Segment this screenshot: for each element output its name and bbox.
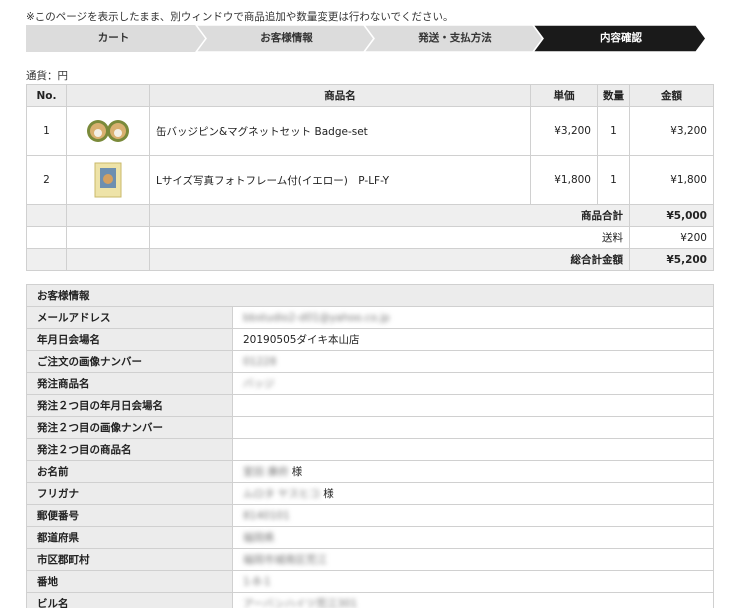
- customer-row-second-date-venue: 発注２つ目の年月日会場名: [26, 394, 714, 417]
- col-product-name: 商品名: [149, 84, 531, 107]
- field-value: 福岡県: [243, 532, 275, 544]
- field-value: バッジ: [243, 378, 275, 390]
- customer-info-heading-row: お客様情報: [26, 284, 714, 307]
- customer-row-image-number: ご注文の画像ナンバー 01228: [26, 350, 714, 373]
- step-cart: カート: [97, 32, 130, 44]
- shipping-value: ¥200: [629, 226, 714, 249]
- step-customer-info: お客様情報: [260, 32, 313, 44]
- field-label: 郵便番号: [26, 504, 233, 527]
- field-value: 1-8-1: [243, 575, 271, 588]
- shipping-label: 送料: [149, 226, 630, 249]
- field-value: 20190505ダイキ本山店: [243, 334, 360, 346]
- product-name: Lサイズ写真フォトフレーム付(イエロー) P-LF-Y: [149, 155, 531, 205]
- customer-row-building: ビル名 アーバンハイツ荒江301: [26, 592, 714, 608]
- product-name: 缶バッジピン&マグネットセット Badge-set: [149, 106, 531, 156]
- checkout-steps: カート お客様情報 発送・支払方法 内容確認: [26, 25, 706, 52]
- col-no: No.: [26, 84, 67, 107]
- total-row: 総合計金額 ¥5,200: [26, 248, 714, 271]
- order-table: No. 商品名 単価 数量 金額 1 缶バッジピン&マグネットセット Badge…: [26, 84, 714, 271]
- field-label: 発注２つ目の商品名: [26, 438, 233, 461]
- field-label: ご注文の画像ナンバー: [26, 350, 233, 373]
- field-value: アーバンハイツ荒江301: [243, 598, 358, 608]
- customer-row-email: メールアドレス bbstudio2-d01@yahoo.co.jp: [26, 306, 714, 329]
- customer-row-prefecture: 都道府県 福岡県: [26, 526, 714, 549]
- customer-info-title: お客様情報: [26, 284, 714, 307]
- subtotal-value: ¥5,000: [629, 204, 714, 227]
- customer-row-second-image-number: 発注２つ目の画像ナンバー: [26, 416, 714, 439]
- photo-frame-thumbnail-icon: [94, 162, 122, 198]
- total-value: ¥5,200: [629, 248, 714, 271]
- unit-price: ¥3,200: [530, 106, 598, 156]
- amount: ¥1,800: [629, 155, 714, 205]
- field-label: 発注２つ目の年月日会場名: [26, 394, 233, 417]
- product-image-cell: [66, 155, 150, 205]
- field-label: メールアドレス: [26, 306, 233, 329]
- subtotal-row: 商品合計 ¥5,000: [26, 204, 714, 227]
- field-value: 01228: [243, 355, 277, 368]
- col-amount: 金額: [629, 84, 714, 107]
- field-label: 都道府県: [26, 526, 233, 549]
- field-value: bbstudio2-d01@yahoo.co.jp: [243, 311, 390, 324]
- customer-row-second-product: 発注２つ目の商品名: [26, 438, 714, 461]
- field-label: 発注２つ目の画像ナンバー: [26, 416, 233, 439]
- order-table-header: No. 商品名 単価 数量 金額: [26, 84, 714, 107]
- col-image: [66, 84, 150, 107]
- field-label: 年月日会場名: [26, 328, 233, 351]
- table-row: 1 缶バッジピン&マグネットセット Badge-set ¥3,200 1 ¥3,…: [26, 106, 714, 156]
- field-label: ビル名: [26, 592, 233, 608]
- currency-label: 通貨：円: [26, 70, 68, 82]
- unit-price: ¥1,800: [530, 155, 598, 205]
- badge-set-thumbnail-icon: [87, 120, 129, 142]
- customer-row-name: お名前 室田 康府 様: [26, 460, 714, 483]
- col-unit-price: 単価: [530, 84, 598, 107]
- field-value: ムロタ ヤスヒコ: [243, 488, 320, 500]
- field-label: 発注商品名: [26, 372, 233, 395]
- field-label: 番地: [26, 570, 233, 593]
- row-no: 1: [26, 106, 67, 156]
- customer-row-date-venue: 年月日会場名 20190505ダイキ本山店: [26, 328, 714, 351]
- field-value: 福岡市城南区荒江: [243, 554, 327, 566]
- customer-row-product: 発注商品名 バッジ: [26, 372, 714, 395]
- step-confirm: 内容確認: [600, 32, 642, 44]
- row-no: 2: [26, 155, 67, 205]
- honorific-suffix: 様: [291, 466, 303, 478]
- customer-row-postal-code: 郵便番号 8140101: [26, 504, 714, 527]
- field-label: フリガナ: [26, 482, 233, 505]
- customer-info-table: お客様情報 メールアドレス bbstudio2-d01@yahoo.co.jp …: [26, 284, 714, 608]
- customer-row-city: 市区郡町村 福岡市城南区荒江: [26, 548, 714, 571]
- quantity: 1: [597, 155, 630, 205]
- field-label: お名前: [26, 460, 233, 483]
- col-quantity: 数量: [597, 84, 630, 107]
- total-label: 総合計金額: [149, 248, 630, 271]
- subtotal-label: 商品合計: [149, 204, 630, 227]
- amount: ¥3,200: [629, 106, 714, 156]
- field-label: 市区郡町村: [26, 548, 233, 571]
- page-notice: ※このページを表示したまま、別ウィンドウで商品追加や数量変更は行わないでください…: [26, 11, 454, 23]
- field-value: 8140101: [243, 509, 290, 522]
- customer-row-address-number: 番地 1-8-1: [26, 570, 714, 593]
- honorific-suffix: 様: [323, 488, 334, 500]
- customer-row-furigana: フリガナ ムロタ ヤスヒコ 様: [26, 482, 714, 505]
- product-image-cell: [66, 106, 150, 156]
- quantity: 1: [597, 106, 630, 156]
- step-shipping-payment: 発送・支払方法: [418, 32, 492, 44]
- table-row: 2 Lサイズ写真フォトフレーム付(イエロー) P-LF-Y ¥1,800 1 ¥…: [26, 155, 714, 205]
- field-value: 室田 康府: [243, 466, 289, 478]
- shipping-row: 送料 ¥200: [26, 226, 714, 249]
